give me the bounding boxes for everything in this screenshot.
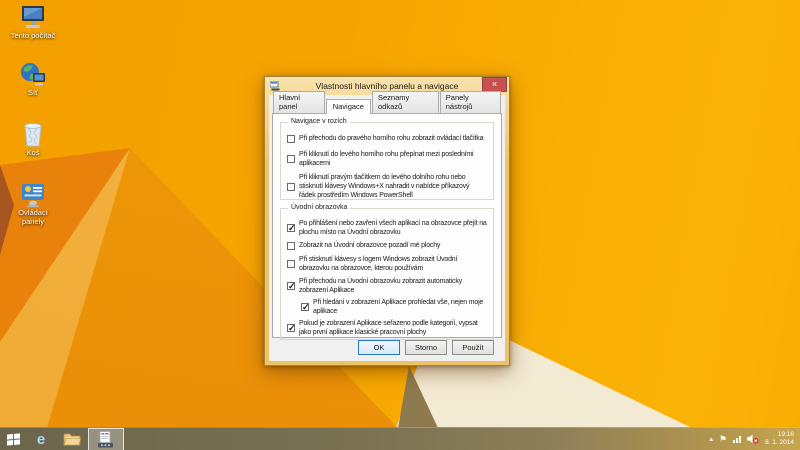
windows-logo-icon xyxy=(6,432,20,446)
desktop-icon-label: Koš xyxy=(26,148,40,157)
tab-page-navigace: Navigace v rozích Při přechodu do pravéh… xyxy=(272,113,502,340)
checkbox-label: Pokud je zobrazení Aplikace seřazeno pod… xyxy=(299,320,478,336)
checkbox-label: Při hledání v zobrazení Aplikace prohled… xyxy=(313,299,484,315)
checkbox[interactable] xyxy=(287,260,295,268)
desktop-icon-label: Síť xyxy=(28,88,38,97)
clock-time: 19:16 xyxy=(777,430,794,438)
group-corner-navigation: Navigace v rozích Při přechodu do pravéh… xyxy=(280,118,494,200)
close-icon[interactable]: × xyxy=(482,77,507,92)
desktop-icon-label: Tento počítač xyxy=(10,31,56,40)
this-pc-icon xyxy=(22,6,44,28)
taskbar-file-explorer-button[interactable] xyxy=(56,428,88,450)
desktop-icon-recycle-bin[interactable]: Koš xyxy=(8,120,58,158)
cancel-button[interactable]: Storno xyxy=(405,340,447,355)
checkbox-row: Zobrazit na Úvodní obrazovce pozadí mé p… xyxy=(287,241,487,250)
checkbox-label: Při přechodu do pravého horního rohu zob… xyxy=(299,135,484,142)
system-tray: ▴ ⚑ 19:16 8. 1. 2014 xyxy=(709,431,800,448)
tab-hlavni-panel[interactable]: Hlavní panel xyxy=(273,91,325,113)
ok-button[interactable]: OK xyxy=(358,340,400,355)
checkbox[interactable] xyxy=(287,182,295,191)
file-explorer-icon xyxy=(63,433,81,446)
start-button[interactable] xyxy=(0,428,26,450)
internet-explorer-icon: e xyxy=(36,430,46,448)
tab-seznamy-odkazu[interactable]: Seznamy odkazů xyxy=(371,91,439,113)
taskbar-properties-icon xyxy=(98,430,113,447)
checkbox-row: Při kliknutí do levého horního rohu přep… xyxy=(287,150,487,168)
taskbar-internet-explorer-button[interactable]: e xyxy=(26,428,56,450)
dialog-taskbar-properties: Vlastnosti hlavního panelu a navigace × … xyxy=(264,76,510,366)
desktop-icon-label: Ovládací panely xyxy=(18,208,48,226)
dialog-button-row: OK Storno Použít xyxy=(358,340,494,355)
tab-strip: Hlavní panel Navigace Seznamy odkazů Pan… xyxy=(272,91,502,114)
checkbox-row: Při hledání v zobrazení Aplikace prohled… xyxy=(301,298,487,316)
group-title: Navigace v rozích xyxy=(288,118,350,125)
checkbox[interactable] xyxy=(287,323,296,334)
taskbar-clock[interactable]: 19:16 8. 1. 2014 xyxy=(765,431,794,448)
network-signal-icon[interactable] xyxy=(733,435,742,443)
checkbox[interactable] xyxy=(301,302,310,313)
taskbar-properties-app-button[interactable] xyxy=(88,427,124,450)
checkbox[interactable] xyxy=(287,223,296,234)
checkbox-label: Při kliknutí pravým tlačítkem do levého … xyxy=(299,174,470,199)
recycle-bin-icon xyxy=(24,123,42,147)
checkbox-row: Pokud je zobrazení Aplikace seřazeno pod… xyxy=(287,319,487,337)
tab-navigace[interactable]: Navigace xyxy=(325,99,371,114)
network-icon xyxy=(21,63,45,86)
desktop-icon-control-panel[interactable]: Ovládací panely xyxy=(8,182,58,226)
checkbox-row: Při přechodu na Úvodní obrazovku zobrazi… xyxy=(287,277,487,295)
dialog-title: Vlastnosti hlavního panelu a navigace xyxy=(315,81,459,91)
control-panel-icon xyxy=(22,184,44,208)
checkbox-label: Zobrazit na Úvodní obrazovce pozadí mé p… xyxy=(299,242,441,249)
checkbox-row: Při kliknutí pravým tlačítkem do levého … xyxy=(287,173,487,200)
checkbox-label: Při kliknutí do levého horního rohu přep… xyxy=(299,151,474,167)
checkbox-row: Při přechodu do pravého horního rohu zob… xyxy=(287,134,487,143)
checkbox[interactable] xyxy=(287,155,295,163)
checkbox-label: Při stisknutí klávesy s logem Windows zo… xyxy=(299,256,458,272)
checkbox-label: Při přechodu na Úvodní obrazovku zobrazi… xyxy=(299,278,462,294)
desktop: Tento počítač Síť Koš Ovládací panely Vl… xyxy=(0,0,800,450)
hidden-icons-caret-icon[interactable]: ▴ xyxy=(709,435,713,443)
clock-date: 8. 1. 2014 xyxy=(765,439,794,446)
checkbox[interactable] xyxy=(287,134,295,143)
desktop-icon-network[interactable]: Síť xyxy=(8,62,58,98)
action-center-flag-icon[interactable]: ⚑ xyxy=(719,434,727,445)
checkbox-row: Při stisknutí klávesy s logem Windows zo… xyxy=(287,255,487,273)
checkbox[interactable] xyxy=(287,241,295,250)
group-title: Úvodní obrazovka xyxy=(288,204,351,211)
tab-panely-nastroju[interactable]: Panely nástrojů xyxy=(439,91,501,113)
checkbox-label: Po přihlášení nebo zavření všech aplikac… xyxy=(299,220,487,236)
desktop-icon-this-pc[interactable]: Tento počítač xyxy=(8,5,58,41)
taskbar: e ▴ ⚑ 19:16 8. 1. 2014 xyxy=(0,427,800,450)
volume-muted-icon[interactable] xyxy=(747,434,759,444)
checkbox-row: Po přihlášení nebo zavření všech aplikac… xyxy=(287,219,487,237)
group-start-screen: Úvodní obrazovka Po přihlášení nebo zavř… xyxy=(280,204,494,340)
checkbox[interactable] xyxy=(287,281,296,292)
dialog-client-area: Hlavní panel Navigace Seznamy odkazů Pan… xyxy=(269,91,505,361)
apply-button[interactable]: Použít xyxy=(452,340,494,355)
